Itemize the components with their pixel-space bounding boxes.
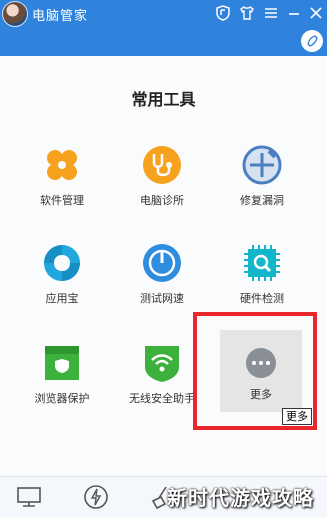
hardware-check-icon bbox=[244, 245, 280, 281]
menu-icon[interactable] bbox=[262, 4, 280, 22]
computer-icon[interactable] bbox=[16, 484, 42, 510]
browser-protect-icon bbox=[45, 346, 79, 380]
lightning-icon[interactable] bbox=[83, 484, 109, 510]
app-title: 电脑管家 bbox=[32, 9, 89, 24]
tool-label: 硬件检测 bbox=[240, 292, 284, 305]
avatar[interactable] bbox=[2, 1, 28, 27]
close-icon[interactable] bbox=[307, 4, 325, 22]
tool-label: 软件管理 bbox=[40, 194, 84, 207]
tool-label: 修复漏洞 bbox=[240, 194, 284, 207]
tool-software-manager[interactable]: 软件管理 bbox=[14, 145, 110, 231]
wifi-security-icon bbox=[145, 346, 179, 382]
tool-computer-clinic[interactable]: 电脑诊所 bbox=[114, 145, 210, 231]
skin-shirt-icon[interactable] bbox=[238, 4, 256, 22]
speed-test-icon bbox=[143, 244, 181, 282]
shield-icon[interactable] bbox=[214, 4, 232, 22]
more-tooltip: 更多 bbox=[282, 408, 312, 425]
tool-browser-protect[interactable]: 浏览器保护 bbox=[14, 343, 110, 429]
section-title: 常用工具 bbox=[131, 90, 196, 109]
tool-label: 测试网速 bbox=[140, 292, 184, 305]
tool-repair-vulnerability[interactable]: 修复漏洞 bbox=[214, 145, 310, 231]
tool-label: 电脑诊所 bbox=[140, 194, 184, 207]
tool-app-store[interactable]: 应用宝 bbox=[14, 243, 110, 329]
software-manager-icon bbox=[47, 150, 77, 180]
computer-clinic-icon bbox=[143, 146, 181, 184]
title-bar: 电脑管家 bbox=[0, 0, 327, 28]
toolbar bbox=[0, 28, 327, 56]
app-store-icon bbox=[44, 245, 80, 281]
watermark: 新时代游戏攻略 bbox=[167, 486, 314, 510]
tool-label: 应用宝 bbox=[45, 292, 79, 305]
minimize-icon[interactable] bbox=[285, 4, 303, 22]
rocket-icon bbox=[307, 35, 318, 47]
repair-vulnerability-icon bbox=[242, 145, 282, 185]
tool-label: 浏览器保护 bbox=[34, 392, 90, 405]
rocket-button[interactable] bbox=[301, 30, 323, 52]
